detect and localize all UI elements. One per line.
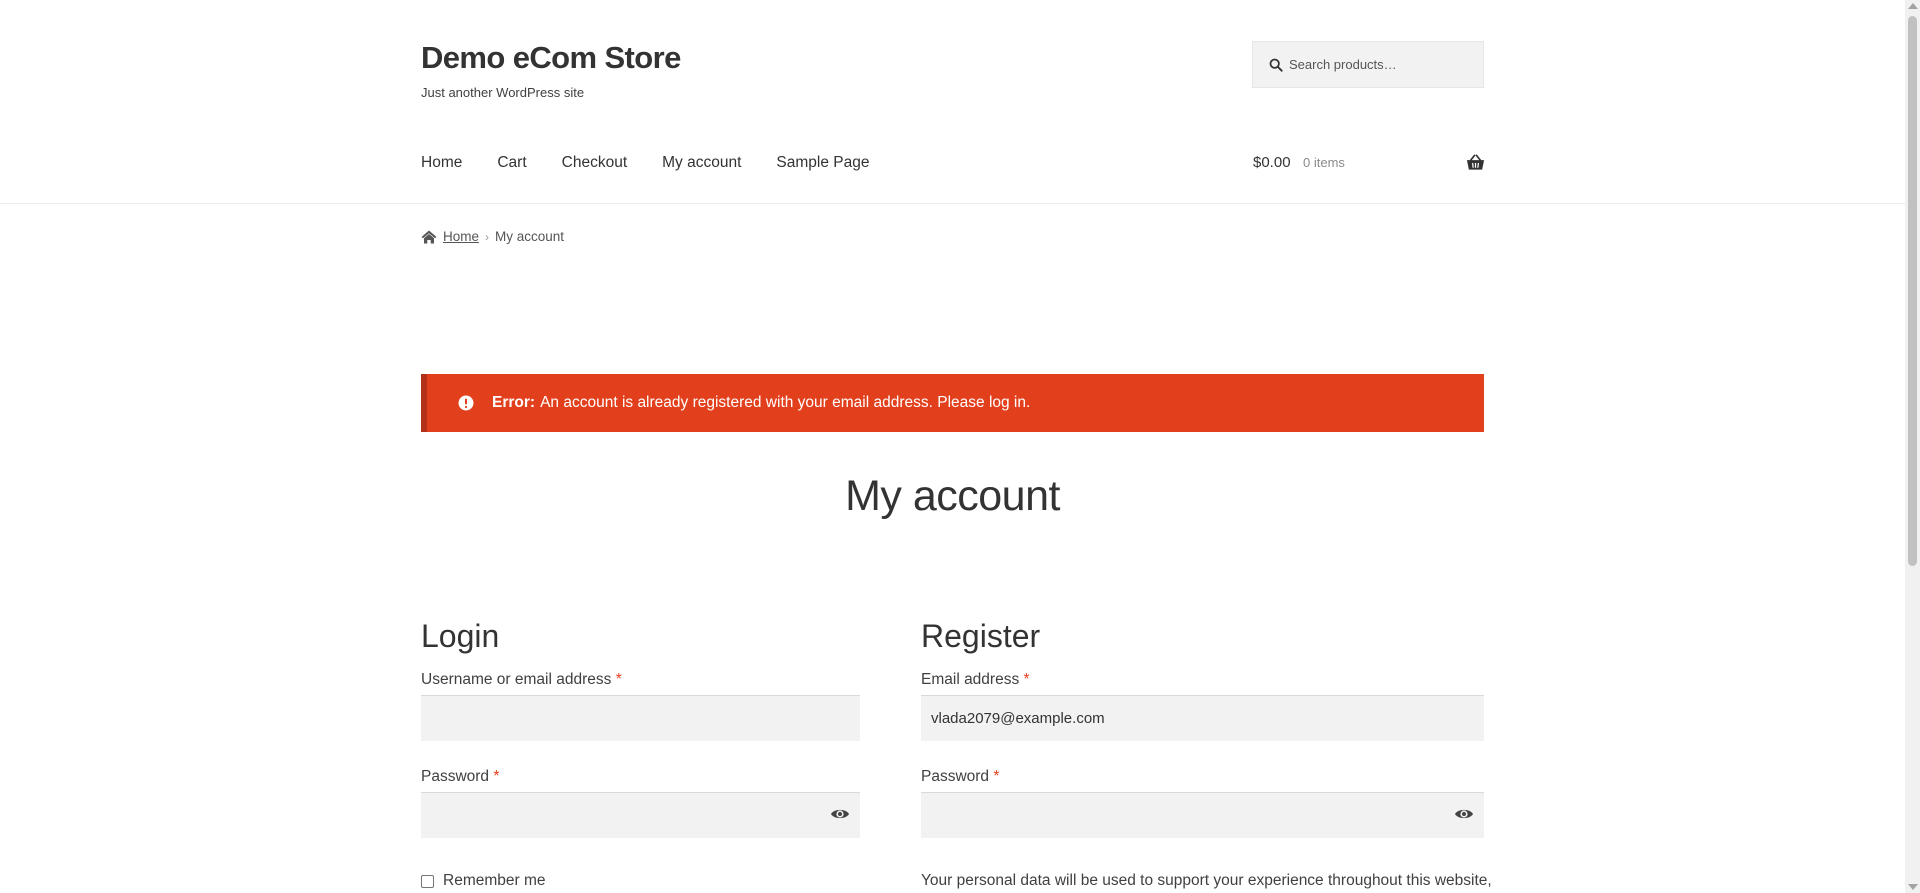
register-password-label-text: Password xyxy=(921,768,990,785)
login-password-label: Password * xyxy=(421,768,860,790)
register-form: Register Email address * Password * Your… xyxy=(921,618,1492,890)
breadcrumb: Home › My account xyxy=(421,229,564,244)
username-field-wrapper xyxy=(421,695,860,741)
nav-item-checkout[interactable]: Checkout xyxy=(562,154,627,172)
privacy-notice: Your personal data will be used to suppo… xyxy=(921,872,1492,889)
primary-nav: Home Cart Checkout My account Sample Pag… xyxy=(421,154,904,172)
site-tagline: Just another WordPress site xyxy=(421,85,585,100)
search-input[interactable] xyxy=(1289,42,1479,87)
username-label-text: Username or email address xyxy=(421,671,612,688)
nav-item-cart[interactable]: Cart xyxy=(497,154,526,172)
breadcrumb-separator: › xyxy=(485,229,490,244)
login-form: Login Username or email address * Passwo… xyxy=(421,618,860,890)
scroll-up-arrow[interactable] xyxy=(1908,3,1918,9)
email-field-wrapper xyxy=(921,695,1484,741)
site-title[interactable]: Demo eCom Store xyxy=(421,40,681,76)
eye-icon[interactable] xyxy=(1454,807,1474,821)
page-title: My account xyxy=(845,472,1060,520)
header-cart[interactable]: $0.00 0 items xyxy=(1253,154,1485,176)
nav-item-home[interactable]: Home xyxy=(421,154,462,172)
username-field[interactable] xyxy=(421,696,860,741)
eye-icon[interactable] xyxy=(830,807,850,821)
nav-item-my-account[interactable]: My account xyxy=(662,154,741,172)
remember-me-label: Remember me xyxy=(443,872,546,889)
remember-me-checkbox[interactable] xyxy=(421,874,434,888)
username-label: Username or email address * xyxy=(421,671,860,693)
page-scrollbar[interactable] xyxy=(1905,0,1920,893)
login-password-field[interactable] xyxy=(421,793,860,838)
error-icon xyxy=(458,395,474,411)
register-password-label: Password * xyxy=(921,768,1484,790)
register-password-wrapper xyxy=(921,792,1484,838)
error-notice: Error: An account is already registered … xyxy=(421,374,1484,432)
required-marker: * xyxy=(993,768,1000,785)
required-marker: * xyxy=(615,671,622,688)
login-password-wrapper xyxy=(421,792,860,838)
cart-count: 0 items xyxy=(1303,155,1345,170)
scroll-down-arrow[interactable] xyxy=(1908,884,1918,890)
register-heading: Register xyxy=(921,618,1041,654)
required-marker: * xyxy=(1023,671,1030,688)
error-message: An account is already registered with yo… xyxy=(540,394,1031,411)
required-marker: * xyxy=(493,768,500,785)
product-search[interactable] xyxy=(1252,41,1484,88)
scroll-thumb[interactable] xyxy=(1908,16,1917,566)
basket-icon xyxy=(1466,154,1485,170)
email-label: Email address * xyxy=(921,671,1484,693)
breadcrumb-current: My account xyxy=(495,229,565,244)
breadcrumb-home-link[interactable]: Home xyxy=(443,229,479,244)
email-label-text: Email address xyxy=(921,671,1020,688)
email-field[interactable] xyxy=(921,696,1484,741)
site-header: Demo eCom Store Just another WordPress s… xyxy=(0,0,1905,204)
nav-item-sample-page[interactable]: Sample Page xyxy=(776,154,869,172)
register-password-field[interactable] xyxy=(921,793,1484,838)
cart-amount: $0.00 xyxy=(1253,154,1291,171)
login-password-label-text: Password xyxy=(421,768,490,785)
remember-me[interactable]: Remember me xyxy=(421,872,860,890)
search-icon xyxy=(1269,58,1283,72)
login-heading: Login xyxy=(421,618,500,654)
home-icon xyxy=(421,230,437,243)
error-label: Error: xyxy=(492,394,536,411)
